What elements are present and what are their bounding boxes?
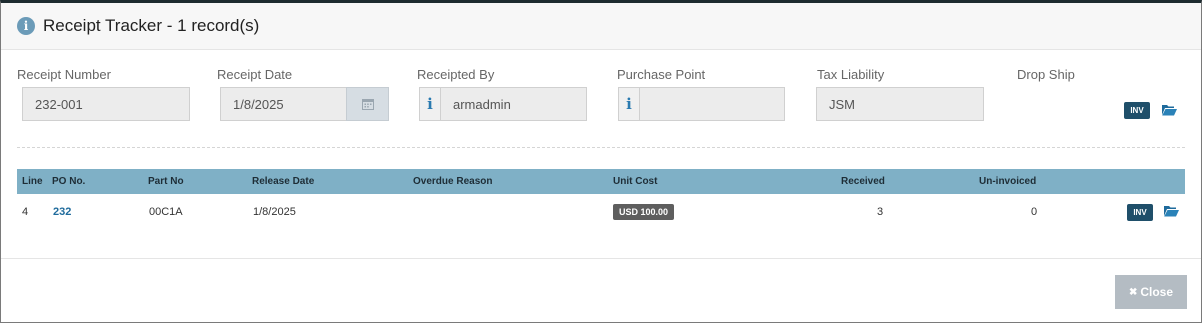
unit-cost-badge: USD 100.00 <box>613 204 675 220</box>
cell-part-no: 00C1A <box>149 206 183 218</box>
drop-ship-label: Drop Ship <box>1017 67 1075 82</box>
receipt-date-field[interactable]: 1/8/2025 <box>220 87 347 121</box>
close-icon: ✖ <box>1128 286 1138 298</box>
tax-liability-field[interactable]: JSM <box>816 87 984 121</box>
dialog-title: Receipt Tracker - 1 record(s) <box>43 16 260 35</box>
col-unit-cost: Unit Cost <box>613 176 658 187</box>
row-inv-button[interactable]: INV <box>1127 204 1153 221</box>
purchase-point-info-icon[interactable]: i <box>618 87 640 121</box>
footer-divider <box>1 258 1201 259</box>
receipt-tracker-dialog: i Receipt Tracker - 1 record(s) Receipt … <box>0 0 1202 323</box>
inv-button[interactable]: INV <box>1124 102 1150 119</box>
cell-line: 4 <box>22 206 29 218</box>
cell-received: 3 <box>877 206 884 218</box>
close-label: Close <box>1140 285 1174 299</box>
receipted-by-label: Receipted By <box>417 67 495 82</box>
col-overdue-reason: Overdue Reason <box>413 176 493 187</box>
table-header: Line PO No. Part No Release Date Overdue… <box>17 169 1185 194</box>
calendar-button[interactable] <box>346 87 389 121</box>
receipted-by-info-icon[interactable]: i <box>419 87 441 121</box>
receipted-by-field[interactable]: armadmin <box>440 87 587 121</box>
tax-liability-label: Tax Liability <box>817 67 885 82</box>
row-folder-open-icon[interactable] <box>1163 204 1179 217</box>
cell-un-invoiced: 0 <box>1031 206 1038 218</box>
col-po-no: PO No. <box>52 176 86 187</box>
cell-release-date: 1/8/2025 <box>253 206 296 218</box>
close-button[interactable]: ✖ Close <box>1115 275 1187 309</box>
purchase-point-field[interactable] <box>639 87 785 121</box>
col-release-date: Release Date <box>252 176 315 187</box>
folder-open-icon[interactable] <box>1161 103 1177 116</box>
dialog-header: i Receipt Tracker - 1 record(s) <box>1 3 1201 50</box>
receipt-number-label: Receipt Number <box>17 67 111 82</box>
col-un-invoiced: Un-invoiced <box>979 176 1037 187</box>
calendar-icon <box>361 99 374 110</box>
col-part-no: Part No <box>148 176 184 187</box>
receipt-date-label: Receipt Date <box>217 67 293 82</box>
section-divider <box>17 147 1185 148</box>
receipt-number-field[interactable]: 232-001 <box>22 87 190 121</box>
po-link[interactable]: 232 <box>53 206 71 218</box>
col-received: Received <box>841 176 885 187</box>
purchase-point-label: Purchase Point <box>617 67 706 82</box>
col-line: Line <box>22 176 43 187</box>
info-icon: i <box>17 17 35 35</box>
